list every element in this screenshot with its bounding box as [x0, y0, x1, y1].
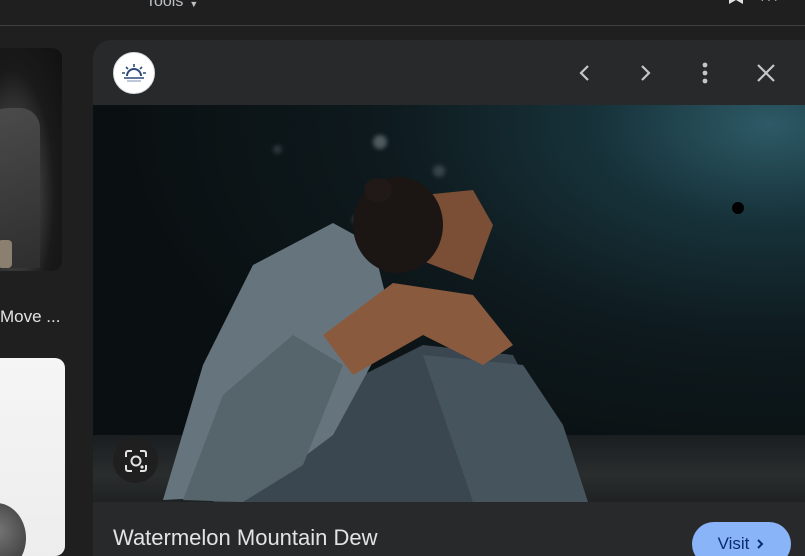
visit-label: Visit	[717, 534, 750, 553]
preview-image[interactable]	[93, 105, 805, 502]
close-icon	[757, 64, 775, 82]
chevron-left-icon	[579, 65, 589, 81]
overflow-dots-icon[interactable]: ···	[760, 0, 780, 7]
thumbnail-photo-head	[0, 503, 26, 556]
top-toolbar: Tools ▼ ···	[0, 0, 805, 26]
more-options-button[interactable]	[687, 54, 723, 92]
sun-logo-icon	[122, 64, 146, 82]
chevron-right-icon	[641, 65, 651, 81]
more-vert-icon	[702, 62, 708, 84]
caret-down-icon: ▼	[189, 0, 199, 9]
tools-label: Tools	[146, 0, 184, 10]
result-thumbnail-1[interactable]	[0, 48, 62, 271]
previous-button[interactable]	[567, 54, 603, 92]
lens-icon	[124, 449, 147, 472]
image-title[interactable]: Watermelon Mountain Dew	[113, 525, 378, 551]
image-viewer-panel: Watermelon Mountain Dew Visit	[93, 40, 805, 556]
thumbnail-photo-watch	[0, 240, 12, 268]
lens-search-button[interactable]	[113, 438, 158, 483]
bookmark-icon[interactable]	[729, 0, 743, 4]
close-button[interactable]	[748, 54, 784, 92]
result-caption[interactable]: Move ...	[0, 307, 60, 327]
tools-menu[interactable]: Tools ▼	[146, 0, 198, 11]
chevron-right-icon	[757, 539, 764, 549]
result-thumbnail-2[interactable]	[0, 358, 65, 556]
visit-button[interactable]: Visit	[692, 522, 791, 556]
source-logo[interactable]	[113, 52, 155, 94]
next-button[interactable]	[627, 54, 663, 92]
person-figure	[163, 177, 744, 502]
